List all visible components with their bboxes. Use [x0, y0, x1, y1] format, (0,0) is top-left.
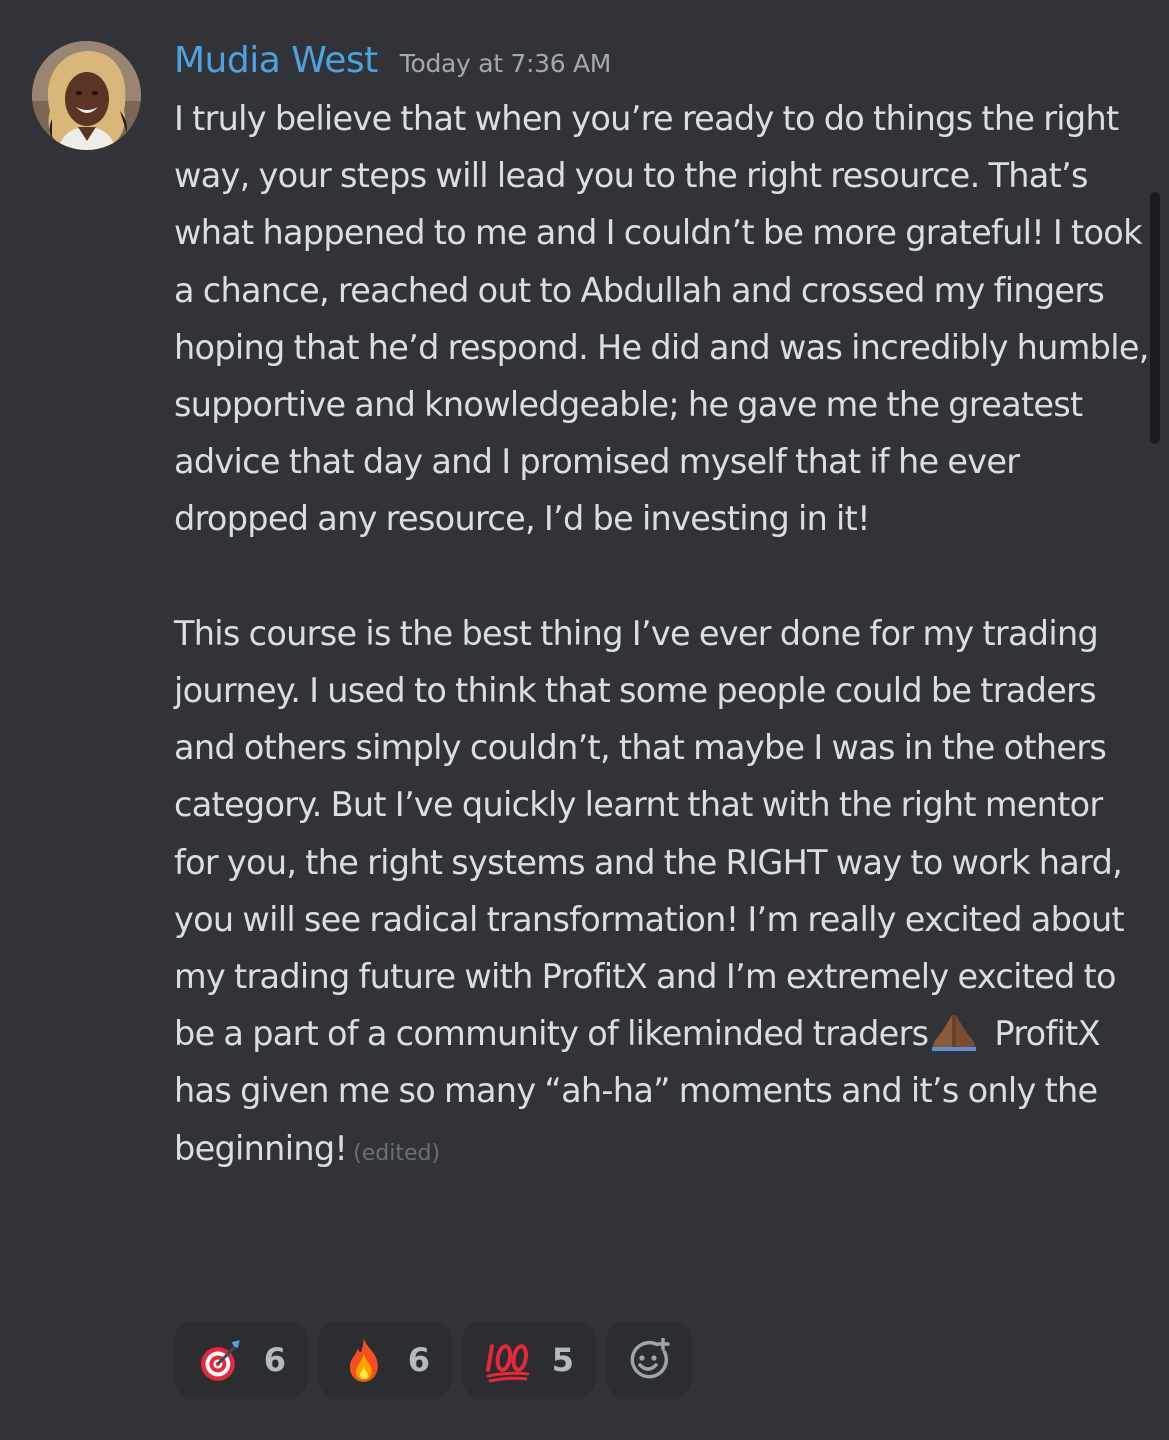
timestamp: Today at 7:36 AM — [399, 49, 612, 78]
message-content: I truly believe that when you’re ready t… — [174, 90, 1149, 1182]
message-paragraph-1: I truly believe that when you’re ready t… — [174, 99, 1149, 539]
reaction-fire[interactable]: 6 — [318, 1322, 452, 1397]
reaction-direct-hit[interactable]: 6 — [174, 1322, 308, 1397]
reactions-bar: 6 6 5 — [174, 1322, 692, 1397]
folded-hands-emoji — [932, 1015, 977, 1052]
author-name[interactable]: Mudia West — [174, 40, 378, 81]
message-header: Mudia West Today at 7:36 AM — [174, 40, 611, 86]
add-reaction-button[interactable] — [606, 1322, 692, 1397]
reaction-count: 6 — [263, 1340, 286, 1379]
avatar[interactable] — [32, 41, 141, 150]
message-paragraph-2: This course is the best thing I’ve ever … — [174, 605, 1149, 1182]
reaction-count: 5 — [551, 1340, 574, 1379]
edited-label: (edited) — [353, 1140, 441, 1166]
scrollbar-thumb[interactable] — [1150, 192, 1160, 444]
reaction-hundred-points[interactable]: 5 — [462, 1322, 596, 1397]
avatar-image — [32, 41, 141, 150]
fire-emoji — [349, 1337, 378, 1382]
chat-message: Mudia West Today at 7:36 AM I truly beli… — [0, 0, 1169, 1440]
hundred-points-emoji — [485, 1343, 530, 1382]
message-paragraph-2-text: This course is the best thing I’ve ever … — [174, 613, 1125, 1054]
reaction-count: 6 — [407, 1340, 430, 1379]
direct-hit-emoji — [200, 1339, 240, 1381]
add-reaction-icon — [630, 1337, 670, 1378]
